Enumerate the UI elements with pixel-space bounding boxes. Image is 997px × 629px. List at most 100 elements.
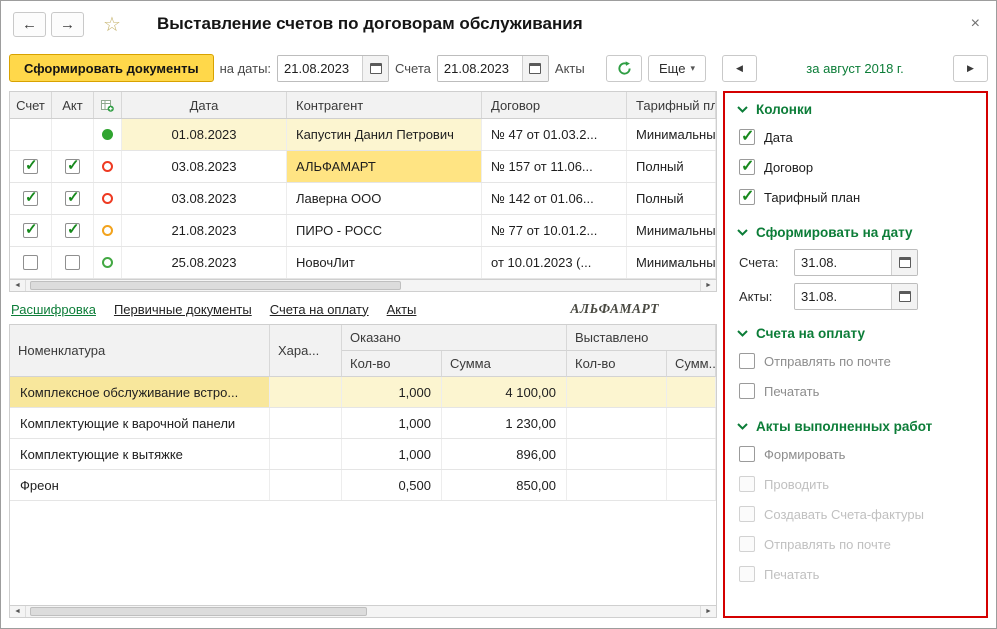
panel-invoices-calendar-button[interactable] — [891, 250, 917, 275]
nomenclature-cell[interactable]: Комплексное обслуживание встро... — [10, 377, 270, 407]
characteristic-cell[interactable] — [270, 408, 342, 438]
checkbox-row-tariff-plan[interactable]: Тарифный план — [739, 182, 974, 212]
scroll-track[interactable] — [26, 606, 700, 617]
tab-acts[interactable]: Акты — [387, 302, 417, 317]
scroll-right-icon[interactable]: ► — [700, 280, 716, 291]
checkbox[interactable] — [739, 189, 755, 205]
sum-rendered-cell[interactable]: 850,00 — [442, 470, 567, 500]
group-header-invoices[interactable]: Счета на оплату — [737, 326, 974, 341]
panel-acts-calendar-button[interactable] — [891, 284, 917, 309]
invoices-calendar-button[interactable] — [362, 56, 388, 81]
invoice-cell[interactable] — [10, 183, 52, 214]
main-table-hscrollbar[interactable]: ◄ ► — [9, 279, 717, 292]
close-icon[interactable]: × — [967, 13, 984, 35]
checkbox[interactable] — [739, 159, 755, 175]
qty-rendered-cell[interactable]: 0,500 — [342, 470, 442, 500]
qty-rendered-cell[interactable]: 1,000 — [342, 439, 442, 469]
checkbox-row-form[interactable]: Формировать — [739, 439, 974, 469]
nomenclature-cell[interactable]: Комплектующие к вытяжке — [10, 439, 270, 469]
invoice-checkbox[interactable] — [23, 255, 38, 270]
invoices-date-input[interactable] — [278, 56, 362, 81]
scroll-thumb[interactable] — [30, 281, 401, 290]
tariff-cell[interactable]: Полный — [627, 151, 716, 182]
invoice-checkbox[interactable] — [23, 223, 38, 238]
sum-billed-cell[interactable] — [667, 377, 716, 407]
sum-rendered-cell[interactable]: 896,00 — [442, 439, 567, 469]
checkbox-row-print[interactable]: Печатать — [739, 376, 974, 406]
characteristic-cell[interactable] — [270, 470, 342, 500]
checkbox-row-send-by-mail[interactable]: Отправлять по почте — [739, 346, 974, 376]
act-cell[interactable] — [52, 247, 94, 278]
invoice-cell[interactable] — [10, 119, 52, 150]
invoice-cell[interactable] — [10, 247, 52, 278]
act-checkbox[interactable] — [65, 159, 80, 174]
act-cell[interactable] — [52, 183, 94, 214]
act-cell[interactable] — [52, 151, 94, 182]
panel-acts-date-input[interactable] — [795, 284, 891, 309]
date-cell[interactable]: 03.08.2023 — [122, 183, 287, 214]
qty-rendered-cell[interactable]: 1,000 — [342, 377, 442, 407]
nomenclature-cell[interactable]: Фреон — [10, 470, 270, 500]
date-cell[interactable]: 03.08.2023 — [122, 151, 287, 182]
forward-button[interactable]: → — [51, 12, 84, 37]
group-header-form-on-date[interactable]: Сформировать на дату — [737, 225, 974, 240]
tariff-cell[interactable]: Минимальный — [627, 119, 716, 150]
sum-rendered-cell[interactable]: 4 100,00 — [442, 377, 567, 407]
counterparty-cell[interactable]: НовочЛит — [287, 247, 482, 278]
group-header-columns[interactable]: Колонки — [737, 102, 974, 117]
counterparty-cell[interactable]: ПИРО - РОСС — [287, 215, 482, 246]
scroll-thumb[interactable] — [30, 607, 367, 616]
invoice-checkbox[interactable] — [23, 191, 38, 206]
invoice-cell[interactable] — [10, 151, 52, 182]
tariff-cell[interactable]: Полный — [627, 183, 716, 214]
sum-rendered-cell[interactable]: 1 230,00 — [442, 408, 567, 438]
counterparty-cell[interactable]: Лаверна ООО — [287, 183, 482, 214]
tab-decryption[interactable]: Расшифровка — [11, 302, 96, 317]
act-checkbox[interactable] — [65, 223, 80, 238]
period-label[interactable]: за август 2018 г. — [757, 55, 953, 82]
checkbox-row-date[interactable]: Дата — [739, 122, 974, 152]
favorite-star-icon[interactable]: ☆ — [103, 12, 121, 37]
acts-date-input[interactable] — [438, 56, 522, 81]
tab-primary-documents[interactable]: Первичные документы — [114, 302, 252, 317]
act-cell[interactable] — [52, 119, 94, 150]
detail-table-hscrollbar[interactable]: ◄ ► — [9, 605, 717, 618]
date-cell[interactable]: 25.08.2023 — [122, 247, 287, 278]
checkbox[interactable] — [739, 383, 755, 399]
act-checkbox[interactable] — [65, 255, 80, 270]
qty-billed-cell[interactable] — [567, 408, 667, 438]
generate-documents-button[interactable]: Сформировать документы — [9, 54, 214, 82]
sum-billed-cell[interactable] — [667, 408, 716, 438]
sum-billed-cell[interactable] — [667, 470, 716, 500]
counterparty-cell[interactable]: АЛЬФАМАРТ — [287, 151, 482, 182]
contract-cell[interactable]: № 47 от 01.03.2... — [482, 119, 627, 150]
checkbox[interactable] — [739, 353, 755, 369]
contract-cell[interactable]: № 157 от 11.06... — [482, 151, 627, 182]
qty-billed-cell[interactable] — [567, 439, 667, 469]
contract-cell[interactable]: № 142 от 01.06... — [482, 183, 627, 214]
back-button[interactable]: ← — [13, 12, 46, 37]
tab-invoices[interactable]: Счета на оплату — [270, 302, 369, 317]
contract-cell[interactable]: от 10.01.2023 (... — [482, 247, 627, 278]
characteristic-cell[interactable] — [270, 377, 342, 407]
refresh-button[interactable] — [606, 55, 642, 82]
invoice-checkbox[interactable] — [23, 159, 38, 174]
checkbox-row-contract[interactable]: Договор — [739, 152, 974, 182]
scroll-track[interactable] — [26, 280, 700, 291]
scroll-right-icon[interactable]: ► — [700, 606, 716, 617]
tariff-cell[interactable]: Минимальный — [627, 247, 716, 278]
characteristic-cell[interactable] — [270, 439, 342, 469]
checkbox[interactable] — [739, 129, 755, 145]
scroll-left-icon[interactable]: ◄ — [10, 606, 26, 617]
act-checkbox[interactable] — [65, 191, 80, 206]
more-button[interactable]: Еще ▾ — [648, 55, 706, 82]
act-cell[interactable] — [52, 215, 94, 246]
panel-invoices-date-input[interactable] — [795, 250, 891, 275]
sum-billed-cell[interactable] — [667, 439, 716, 469]
qty-billed-cell[interactable] — [567, 470, 667, 500]
contract-cell[interactable]: № 77 от 10.01.2... — [482, 215, 627, 246]
nomenclature-cell[interactable]: Комплектующие к варочной панели — [10, 408, 270, 438]
checkbox[interactable] — [739, 446, 755, 462]
date-cell[interactable]: 21.08.2023 — [122, 215, 287, 246]
date-cell[interactable]: 01.08.2023 — [122, 119, 287, 150]
